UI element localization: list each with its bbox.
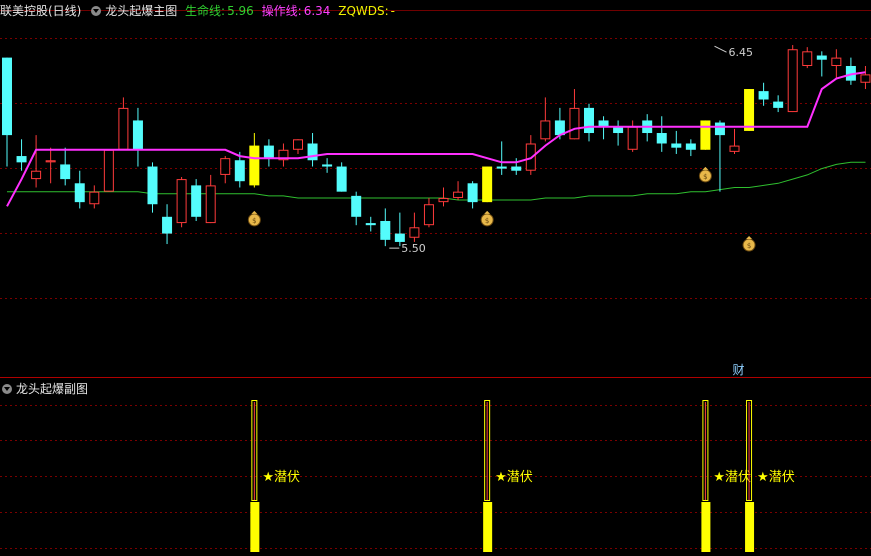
candle-body [467,183,478,203]
candle-body [758,91,769,100]
candle-body [351,195,362,217]
life-line-value: 5.96 [227,4,254,18]
main-indicator-name[interactable]: 龙头起爆主图 [105,4,177,18]
life-line-label: 生命线: [185,4,226,18]
candle-body [2,57,12,136]
sub-indicator-menu-icon[interactable] [2,384,12,394]
candle-body [540,120,551,140]
signal-bar-fill [701,502,711,552]
high-arrow [714,45,727,53]
candle-body [147,166,158,205]
signal-bar-fill [250,502,260,552]
candle-body [773,101,784,108]
candle-body [714,122,725,136]
candle-body [584,107,594,134]
candle-body [671,143,682,148]
signal-label: ★潜伏 [262,470,300,485]
cai-label: 财 [732,363,744,377]
signal-label: ★潜伏 [757,470,795,485]
candle-body [118,107,129,150]
money-bag-knot [484,210,491,214]
candle-body [16,156,27,163]
money-bag-knot [702,166,709,170]
candle-body [191,185,202,217]
candle-body [365,223,376,226]
main-header: 联美控股(日线) 龙头起爆主图 生命线: 5.96 操作线: 6.34 ZQWDS:… [0,0,399,22]
candle-body [860,74,871,83]
candle-body [394,233,405,242]
candle-body [220,158,231,175]
candle-body [380,220,391,240]
signal-label: ★潜伏 [713,470,751,485]
money-bag-knot [251,210,258,214]
candle-body [249,145,260,186]
money-bag-knot [746,236,753,240]
sub-indicator-name[interactable]: 龙头起爆副图 [16,382,88,396]
candle-body [162,216,173,234]
candle-body [205,185,216,224]
candle-body [685,143,696,150]
candle-body [74,183,85,203]
candle-body [511,166,522,171]
low-price-label: 5.50 [401,242,426,255]
candle-body [293,139,303,150]
candle-body [787,49,798,113]
signal-bar-fill [745,502,755,552]
candle-body [307,143,318,161]
sub-header: 龙头起爆副图 [0,378,92,400]
candle-body [423,204,434,226]
zq-label: ZQWDS: [338,4,389,18]
candle-body [569,107,580,140]
candle-body [729,145,740,152]
candle-body [656,133,667,144]
candle-body [45,160,56,163]
candle-body [263,145,274,159]
money-bag-symbol: $ [703,173,707,181]
high-price-label: 6.45 [729,46,754,59]
signal-bar-fill [483,502,493,552]
candle-body [627,126,638,150]
candle-body [496,166,507,169]
zq-value: - [390,4,396,18]
kline-chart[interactable]: 6.45 5.50 $ $ $ $ 财 ★潜伏 ★潜伏 ★潜伏 ★潜伏 [0,0,871,556]
money-bag-symbol: $ [252,217,256,225]
candle-body [89,191,100,205]
candle-body [103,149,114,192]
op-line-value: 6.34 [303,4,331,18]
money-bag-symbol: $ [485,217,489,225]
money-bag-symbol: $ [747,242,751,250]
op-line-label: 操作线: [261,4,302,18]
candle-body [700,120,711,150]
candle-body [336,166,347,192]
candle-body [60,164,71,180]
candle-body [482,166,493,203]
signal-label: ★潜伏 [495,470,533,485]
candle-body [132,120,143,150]
candle-body [234,160,245,182]
candle-body [409,227,420,238]
candle-body [31,170,42,180]
candle-body [322,164,333,167]
candle-body [802,51,813,66]
candle-body [831,57,842,66]
candle-body [453,191,464,198]
candle-body [816,55,827,60]
candle-body [438,197,449,203]
candle-body [744,89,755,131]
indicator-menu-icon[interactable] [91,6,102,16]
stock-title[interactable]: 联美控股(日线) [0,4,81,18]
candle-body [176,179,187,224]
life-line [7,161,866,201]
